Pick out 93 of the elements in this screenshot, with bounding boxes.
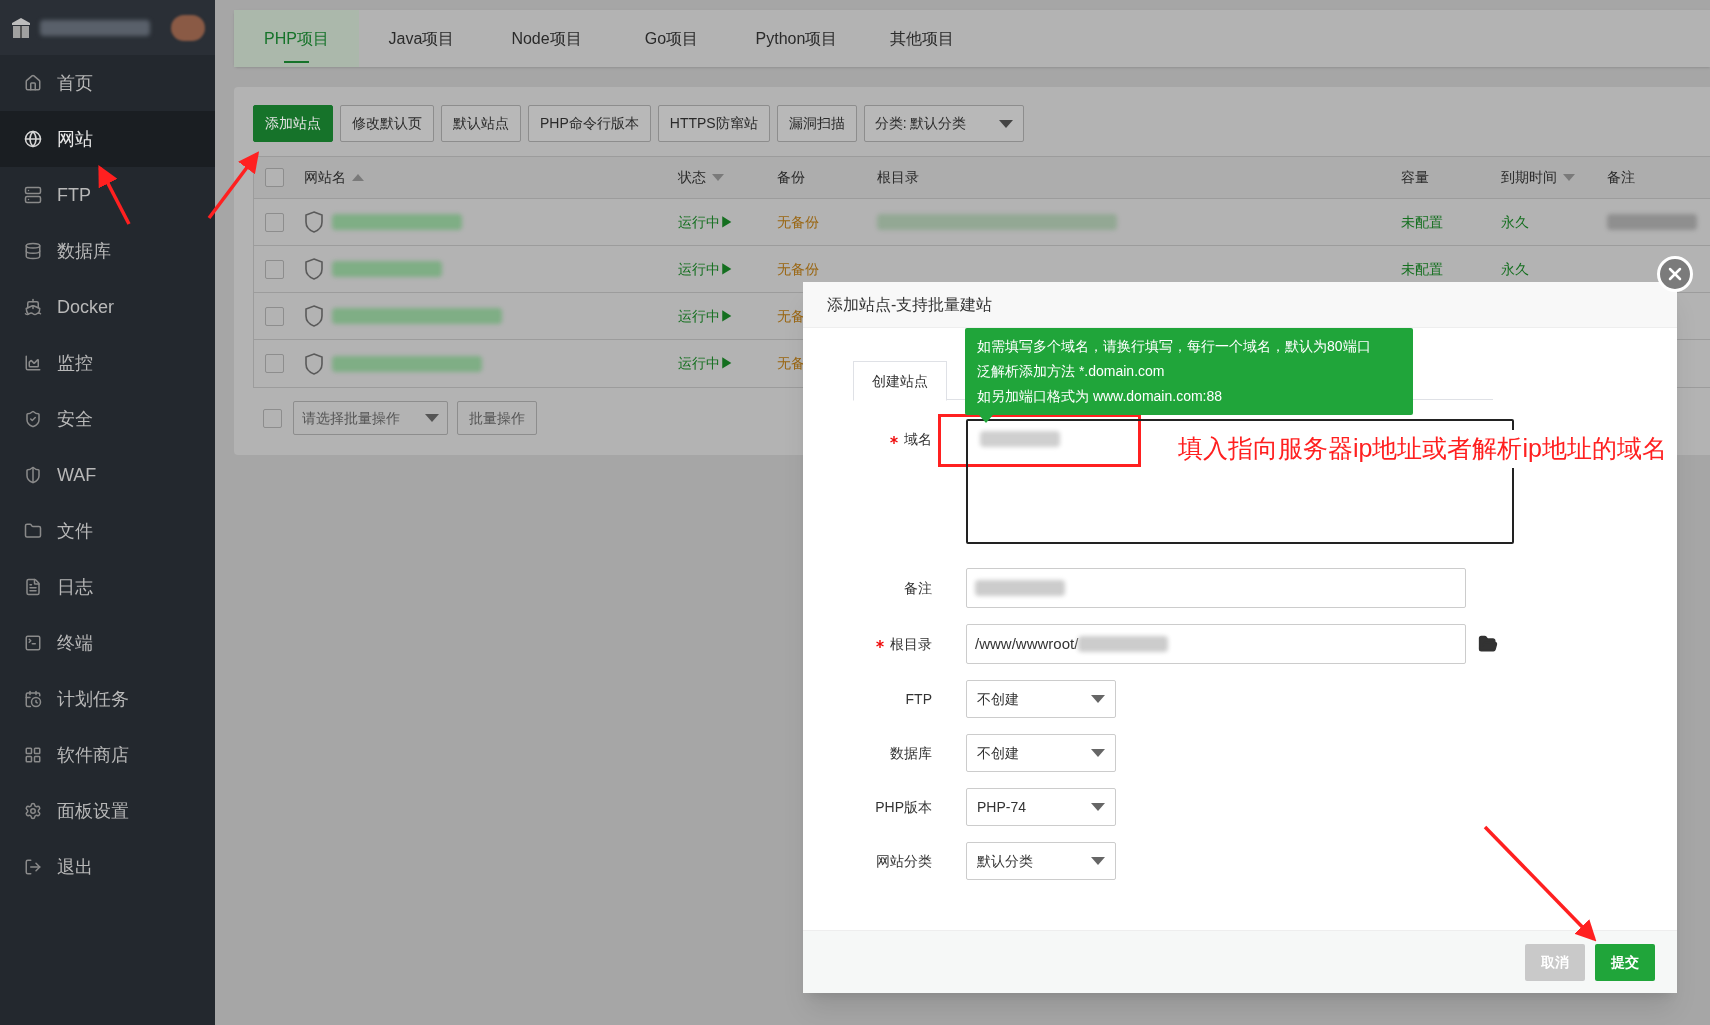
calendar-icon <box>24 690 42 708</box>
project-tab[interactable]: Python项目 <box>734 10 859 67</box>
logout-icon <box>24 858 42 876</box>
root-directory-field[interactable]: /www/wwwroot/ <box>966 624 1466 664</box>
checkbox[interactable] <box>265 212 284 232</box>
server-icon <box>24 186 42 204</box>
project-tab[interactable]: Java项目 <box>359 10 484 67</box>
column-header[interactable]: 容量 <box>1401 167 1429 188</box>
category-select[interactable]: 分类: 默认分类 <box>863 105 1024 142</box>
sidebar-item[interactable]: 网站 <box>0 111 215 167</box>
caret-icon <box>1091 695 1105 703</box>
required-mark-icon <box>876 640 884 648</box>
field-label: PHP版本 <box>875 797 932 817</box>
tooltip-line: 如需填写多个域名，请换行填写，每行一个域名，默认为80端口 <box>977 337 1372 356</box>
annotation-arrow <box>207 151 260 220</box>
checkbox[interactable] <box>265 259 284 279</box>
shield-icon <box>24 410 42 428</box>
sidebar-item[interactable]: 面板设置 <box>0 783 215 839</box>
home-icon <box>24 74 42 92</box>
column-header[interactable]: 网站名 <box>304 167 346 188</box>
avatar[interactable] <box>171 14 205 41</box>
tooltip-line: 泛解析添加方法 *.domain.com <box>977 362 1166 381</box>
sidebar-item[interactable]: 计划任务 <box>0 671 215 727</box>
sidebar-item[interactable]: 日志 <box>0 559 215 615</box>
caret-icon <box>425 414 439 422</box>
sidebar-item[interactable]: 软件商店 <box>0 727 215 783</box>
checkbox[interactable] <box>265 168 284 187</box>
folder-icon[interactable] <box>1478 634 1498 654</box>
field-label: FTP <box>905 689 932 709</box>
annotation-arrow <box>98 164 131 225</box>
checkbox[interactable] <box>265 306 284 326</box>
caret-icon <box>998 119 1013 128</box>
toolbar-button[interactable]: 修改默认页 <box>340 105 434 142</box>
column-header[interactable]: 根目录 <box>877 167 919 188</box>
column-header[interactable]: 备份 <box>777 167 805 188</box>
shield-icon <box>304 258 324 280</box>
dialog-title: 添加站点-支持批量建站 <box>827 294 993 315</box>
checkbox[interactable] <box>265 354 284 373</box>
document-icon <box>24 578 42 596</box>
project-tab[interactable]: 其他项目 <box>859 10 984 67</box>
sidebar-item[interactable]: FTP <box>0 167 215 223</box>
dialog-tab[interactable]: 创建站点 <box>853 361 947 401</box>
caret-icon <box>1091 857 1105 865</box>
project-tab[interactable]: Go项目 <box>609 10 734 67</box>
toolbar-button[interactable]: 漏洞扫描 <box>776 105 857 142</box>
tooltip-line: 如另加端口格式为 www.domain.com:88 <box>977 387 1224 406</box>
field-label: 根目录 <box>890 634 932 654</box>
dropdown-select[interactable]: 默认分类 <box>966 842 1116 880</box>
toolbar-button[interactable]: 添加站点 <box>253 105 333 142</box>
sidebar-item[interactable]: 首页 <box>0 55 215 111</box>
sidebar-item[interactable]: Docker <box>0 279 215 335</box>
dropdown-select[interactable]: 不创建 <box>966 734 1116 772</box>
column-header[interactable]: 备注 <box>1607 167 1635 188</box>
sidebar-item[interactable]: 安全 <box>0 391 215 447</box>
globe-icon <box>24 130 42 148</box>
sidebar-item[interactable]: 监控 <box>0 335 215 391</box>
database-icon <box>24 242 42 260</box>
field-label: 域名 <box>904 430 932 449</box>
project-tab[interactable]: Node项目 <box>484 10 609 67</box>
shield-icon <box>304 352 324 375</box>
toolbar-button[interactable]: 默认站点 <box>441 105 521 142</box>
toolbar-button[interactable]: HTTPS防窜站 <box>657 105 770 142</box>
remark-field[interactable] <box>966 568 1466 608</box>
field-label: 数据库 <box>890 743 932 763</box>
sidebar-item[interactable]: 终端 <box>0 615 215 671</box>
column-header[interactable]: 状态 <box>678 167 706 188</box>
field-label: 备注 <box>904 578 932 598</box>
sidebar-item[interactable]: 文件 <box>0 503 215 559</box>
tab-underline <box>284 61 309 63</box>
terminal-icon <box>24 634 42 652</box>
caret-icon <box>1091 803 1105 811</box>
caret-icon <box>1091 749 1105 757</box>
required-mark-icon <box>890 435 898 444</box>
sidebar-item[interactable]: WAF <box>0 447 215 503</box>
chart-icon <box>24 354 42 372</box>
dropdown-select[interactable]: 不创建 <box>966 680 1116 718</box>
ship-icon <box>24 298 42 316</box>
toolbar-button[interactable]: PHP命令行版本 <box>528 105 651 142</box>
settings-icon <box>24 802 42 820</box>
folder-icon <box>24 522 42 540</box>
logo-icon <box>10 15 32 40</box>
shield-icon <box>304 211 324 233</box>
shield-icon <box>304 305 324 327</box>
batch-select[interactable]: 请选择批量操作 <box>293 401 448 435</box>
grid-icon <box>24 746 42 764</box>
sidebar-item[interactable]: 数据库 <box>0 223 215 279</box>
shield-icon <box>24 466 42 484</box>
dropdown-select[interactable]: PHP-74 <box>966 788 1116 826</box>
checkbox[interactable] <box>263 408 282 428</box>
sidebar-item[interactable]: 退出 <box>0 839 215 895</box>
field-label: 网站分类 <box>876 851 932 871</box>
batch-button[interactable]: 批量操作 <box>457 401 537 435</box>
column-header[interactable]: 到期时间 <box>1501 167 1557 188</box>
